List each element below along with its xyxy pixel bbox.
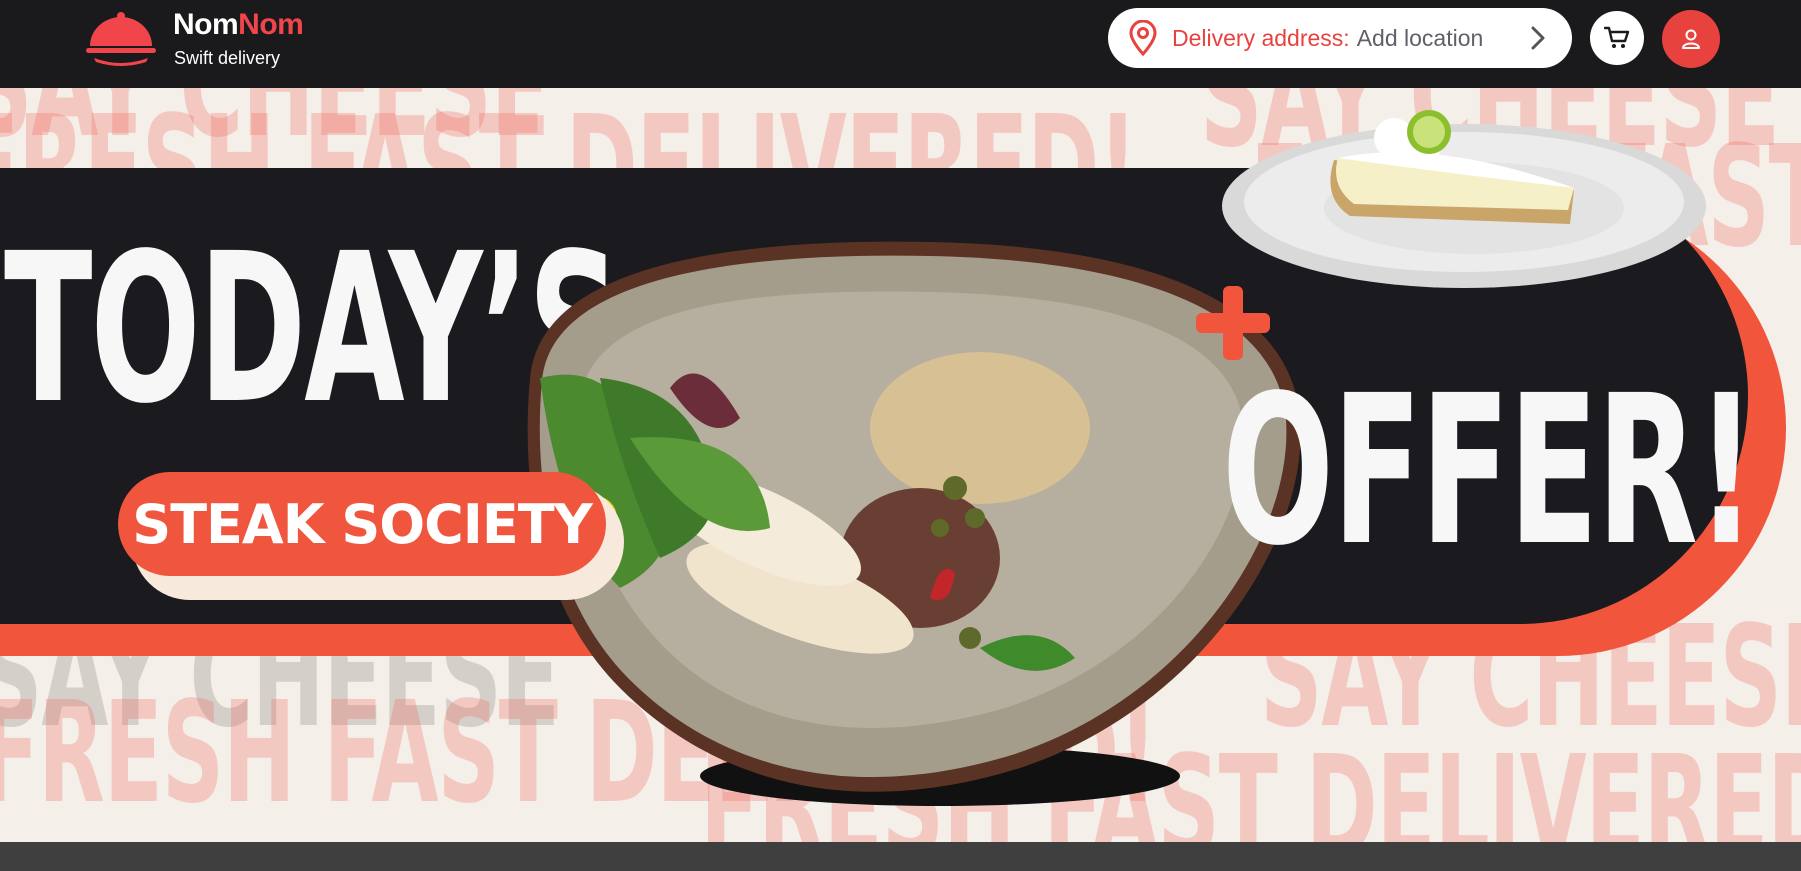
brand-tagline: Swift delivery bbox=[174, 48, 281, 68]
user-icon bbox=[1682, 29, 1700, 49]
brand-name[interactable]: NomNom bbox=[173, 8, 304, 42]
next-section-strip bbox=[0, 842, 1801, 871]
delivery-address-label: Delivery address: bbox=[1172, 24, 1350, 51]
top-navbar: NomNom Swift delivery Delivery address: … bbox=[0, 0, 1801, 88]
location-pin-icon bbox=[1129, 20, 1157, 56]
cart-button[interactable] bbox=[1590, 11, 1644, 65]
restaurant-name-pill[interactable]: STEAK SOCIETY bbox=[118, 472, 606, 576]
brand-name-main: Nom bbox=[173, 8, 239, 41]
delivery-address-button[interactable]: Delivery address: Add location bbox=[1108, 8, 1572, 68]
cloche-logo-icon[interactable] bbox=[84, 10, 158, 68]
restaurant-name: STEAK SOCIETY bbox=[132, 492, 592, 556]
cart-icon bbox=[1604, 26, 1630, 48]
key-lime-pie-plate-image bbox=[1222, 110, 1706, 288]
promo-banner[interactable]: SAY CHEESE SAY CHEESE FRESH FAST DELIVER… bbox=[0, 88, 1801, 842]
user-profile-button[interactable] bbox=[1662, 10, 1720, 68]
delivery-address-value: Add location bbox=[1356, 24, 1484, 51]
chevron-right-icon bbox=[1531, 26, 1545, 50]
headline-offer: OFFER! bbox=[1222, 351, 1756, 591]
brand-name-accent: Nom bbox=[238, 8, 304, 41]
